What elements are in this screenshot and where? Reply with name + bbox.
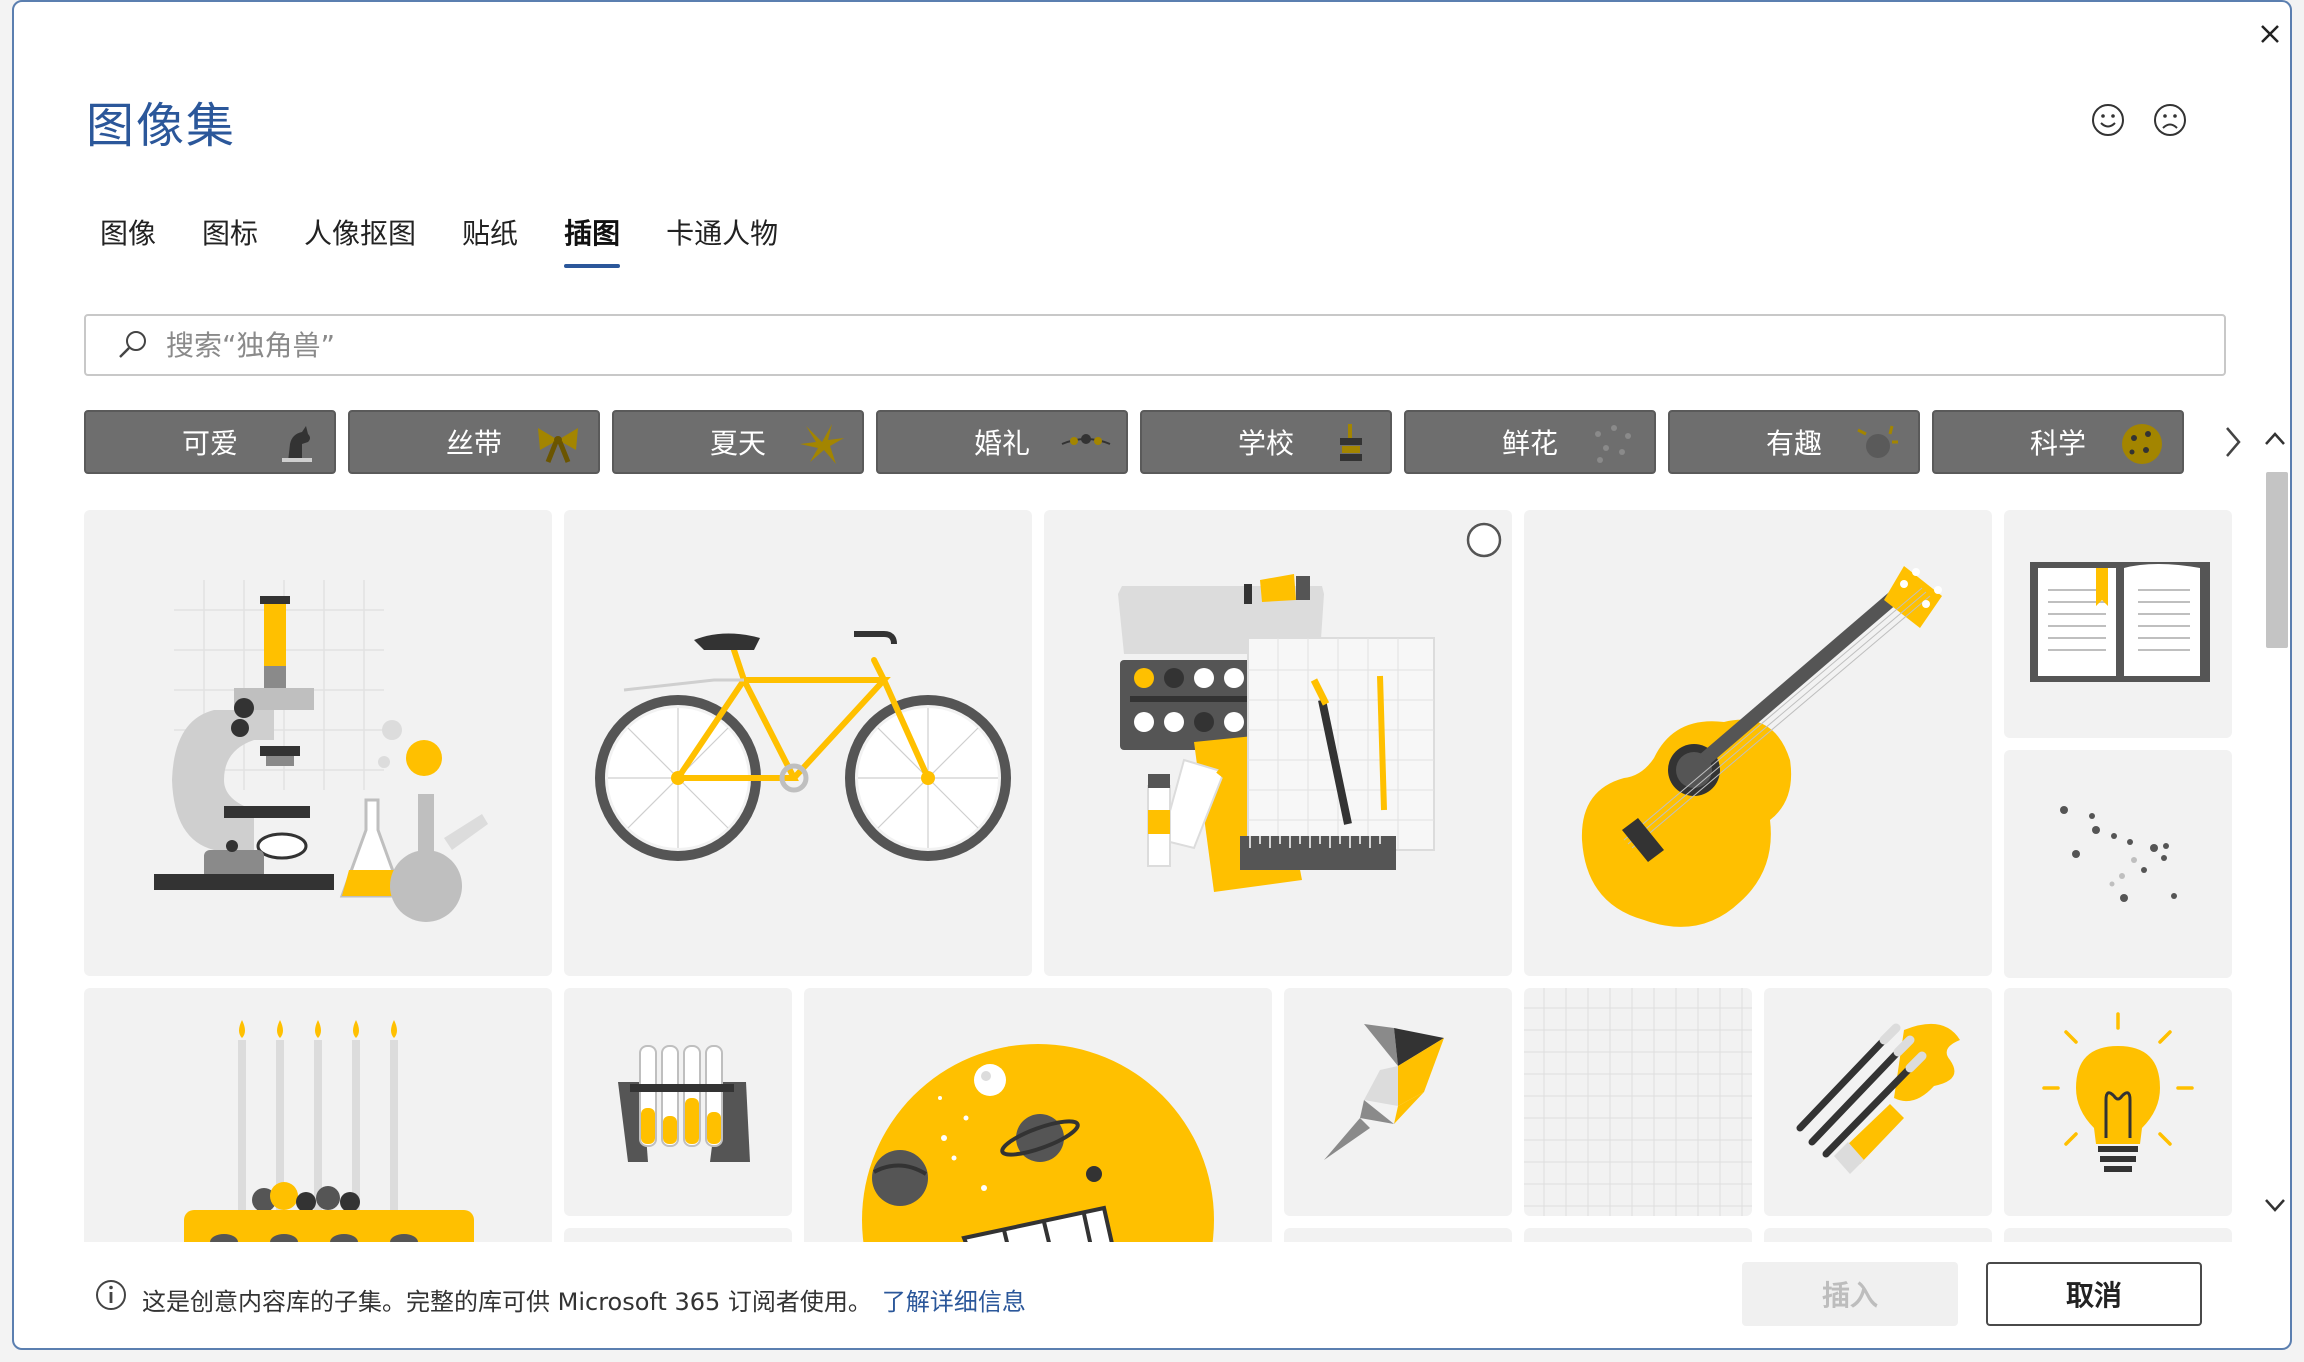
book-stack-icon (1340, 424, 1362, 461)
bicycle-illustration-icon (595, 631, 1011, 861)
test-tubes-illustration-icon (618, 1045, 750, 1162)
chip-label: 夏天 (709, 427, 766, 460)
illustration-tile[interactable] (564, 1228, 792, 1242)
illustration-tile[interactable] (2004, 510, 2232, 738)
grid-paper-illustration-icon (1524, 988, 1752, 1216)
chip-label: 有趣 (1765, 427, 1822, 460)
category-chips: 可爱 丝带 夏天 婚礼 学校 鲜花 有趣 科学 (84, 410, 2196, 474)
illustration-tile[interactable] (2004, 1228, 2232, 1242)
illustration-tile[interactable] (1524, 510, 1992, 976)
flower-garland-icon (1061, 434, 1111, 445)
scroll-up-icon (2265, 432, 2285, 445)
tab-images[interactable]: 图像 (100, 212, 156, 276)
palm-leaf-icon (800, 424, 844, 464)
bow-icon (538, 428, 578, 463)
dialog-footer: 这是创意内容库的子集。完整的库可供 Microsoft 365 订阅者使用。 了解… (14, 1242, 2290, 1348)
illustration-tile[interactable] (2004, 988, 2232, 1216)
scroll-down-icon (2265, 1199, 2285, 1212)
illustration-tile[interactable] (1284, 988, 1512, 1216)
tab-icons[interactable]: 图标 (202, 212, 258, 276)
vertical-scrollbar[interactable] (2260, 422, 2290, 1222)
illustration-tile[interactable] (564, 988, 792, 1216)
frown-feedback-icon[interactable] (2152, 102, 2188, 138)
illustration-tile[interactable] (564, 510, 1032, 976)
scattered-flowers-icon (1595, 425, 1631, 463)
cookie-icon (2122, 424, 2162, 464)
tab-bar: 图像 图标 人像抠图 贴纸 插图 卡通人物 (100, 212, 824, 276)
tab-illustrations[interactable]: 插图 (564, 212, 621, 276)
category-chip-wedding[interactable]: 婚礼 (876, 410, 1128, 474)
open-book-illustration-icon (2030, 562, 2210, 682)
dots-illustration-icon (2060, 806, 2177, 902)
search-box (84, 314, 2226, 376)
category-chip-school[interactable]: 学校 (1140, 410, 1392, 474)
category-chip-summer[interactable]: 夏天 (612, 410, 864, 474)
paint-supplies-illustration-icon (1118, 522, 1502, 892)
party-icon (1857, 425, 1898, 458)
search-icon (119, 331, 146, 358)
paint-brushes-illustration-icon (1796, 1023, 1960, 1174)
category-chip-ribbon[interactable]: 丝带 (348, 410, 600, 474)
illustration-grid (84, 510, 2264, 1242)
footer-info-text: 这是创意内容库的子集。完整的库可供 Microsoft 365 订阅者使用。 (142, 1288, 872, 1316)
footer-info: 这是创意内容库的子集。完整的库可供 Microsoft 365 订阅者使用。 了解… (142, 1282, 1026, 1317)
image-collection-dialog: 图像集 图像 图标 人像抠图 贴纸 插图 卡通人物 可爱 (12, 0, 2292, 1350)
illustration-tile[interactable] (84, 510, 552, 976)
illustration-tile[interactable] (1284, 1228, 1512, 1242)
chip-label: 鲜花 (1501, 427, 1558, 460)
close-icon[interactable] (2252, 16, 2288, 52)
chip-label: 可爱 (181, 427, 238, 460)
dog-icon (282, 426, 312, 462)
illustration-tile[interactable] (1524, 988, 1752, 1216)
info-icon (96, 1280, 126, 1310)
learn-more-link[interactable]: 了解详细信息 (882, 1288, 1026, 1316)
planet-space-illustration-icon (862, 1044, 1214, 1242)
category-chip-science[interactable]: 科学 (1932, 410, 2184, 474)
search-input[interactable] (166, 328, 2166, 362)
chevron-right-icon[interactable] (2218, 422, 2248, 462)
cancel-button[interactable]: 取消 (1986, 1262, 2202, 1326)
category-chip-fun[interactable]: 有趣 (1668, 410, 1920, 474)
illustration-tile[interactable] (804, 988, 1272, 1242)
birthday-cake-illustration-icon (184, 1020, 474, 1242)
chip-label: 婚礼 (973, 427, 1030, 460)
tab-stickers[interactable]: 贴纸 (462, 212, 518, 276)
illustration-tile[interactable] (1524, 1228, 1752, 1242)
dialog-title: 图像集 (86, 98, 237, 154)
light-bulb-illustration-icon (2042, 1012, 2194, 1172)
scroll-thumb (2266, 472, 2288, 648)
illustration-tile[interactable] (2004, 750, 2232, 978)
guitar-illustration-icon (1581, 566, 1942, 927)
smile-feedback-icon[interactable] (2090, 102, 2126, 138)
chip-label: 学校 (1237, 427, 1294, 460)
chip-label: 丝带 (445, 427, 502, 460)
microscope-illustration-icon (154, 580, 488, 922)
illustration-tile[interactable] (1044, 510, 1512, 976)
category-chip-cute[interactable]: 可爱 (84, 410, 336, 474)
category-chip-flowers[interactable]: 鲜花 (1404, 410, 1656, 474)
insert-button[interactable]: 插入 (1742, 1262, 1958, 1326)
tab-cartoon-people[interactable]: 卡通人物 (666, 212, 778, 276)
tab-cutout-people[interactable]: 人像抠图 (304, 212, 416, 276)
illustration-tile[interactable] (1764, 988, 1992, 1216)
origami-bird-illustration-icon (1324, 1024, 1444, 1160)
illustration-tile[interactable] (84, 988, 552, 1242)
chip-label: 科学 (2029, 427, 2086, 460)
illustration-tile[interactable] (1764, 1228, 1992, 1242)
